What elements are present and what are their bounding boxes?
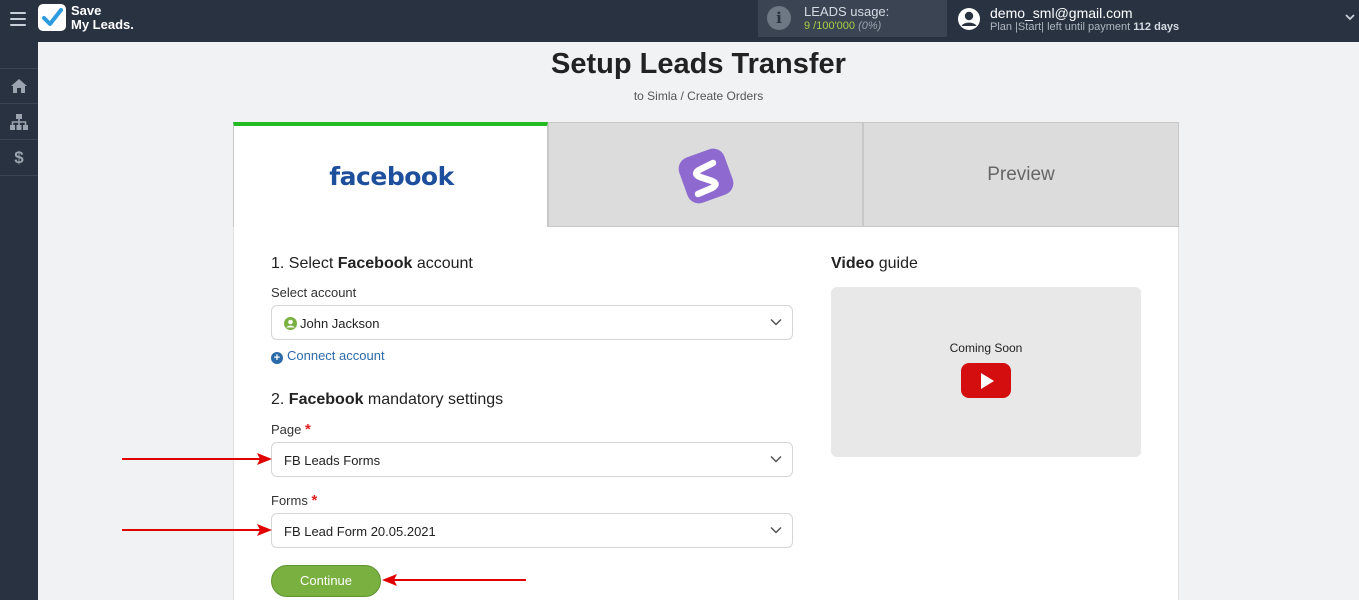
- chevron-down-icon: [770, 526, 782, 534]
- forms-label-text: Forms: [271, 493, 308, 508]
- tab-preview[interactable]: Preview: [863, 122, 1179, 227]
- logo-line-1: Save: [71, 3, 102, 18]
- info-icon: i: [767, 6, 791, 30]
- step-1-title: 1. Select Facebook account: [271, 255, 473, 273]
- step-1-suffix: account: [412, 255, 473, 272]
- usage-percent: (0%): [858, 20, 882, 32]
- logo-line-2: My Leads.: [71, 17, 134, 32]
- sidebar-item-connections[interactable]: [0, 104, 38, 140]
- step-2-bold: Facebook: [288, 391, 364, 408]
- arrow-annotation-forms: [122, 524, 272, 536]
- connect-account-link[interactable]: + Connect account: [271, 348, 385, 364]
- page-value: FB Leads Forms: [284, 453, 381, 468]
- plus-circle-icon: +: [271, 352, 283, 364]
- menu-icon[interactable]: [10, 12, 26, 26]
- video-guide-title: Video guide: [831, 255, 918, 273]
- usage-count: 9 /100'000: [804, 20, 856, 32]
- plan-info: Plan |Start| left until payment 112 days: [990, 21, 1179, 33]
- settings-panel: 1. Select Facebook account Select accoun…: [233, 227, 1179, 600]
- user-avatar-icon[interactable]: [957, 7, 981, 31]
- usage-label: LEADS usage:: [804, 4, 890, 19]
- forms-field-label: Forms *: [271, 492, 317, 509]
- forms-value: FB Lead Form 20.05.2021: [284, 524, 436, 539]
- page-subtitle: to Simla / Create Orders: [633, 89, 764, 103]
- page-label-text: Page: [271, 422, 302, 437]
- app-logo-icon[interactable]: [38, 4, 66, 31]
- video-player[interactable]: Coming Soon: [831, 287, 1141, 457]
- chevron-down-icon: [770, 318, 782, 326]
- required-mark: *: [311, 492, 318, 509]
- step-2-title: 2. Facebook mandatory settings: [271, 391, 503, 409]
- connect-account-label: Connect account: [287, 348, 385, 363]
- app-logo-text[interactable]: Save My Leads.: [71, 4, 134, 32]
- tab-facebook[interactable]: facebook: [233, 122, 548, 227]
- step-1-prefix: 1. Select: [271, 255, 338, 272]
- video-title-rest: guide: [874, 255, 918, 272]
- youtube-play-icon[interactable]: [961, 363, 1011, 398]
- required-mark: *: [305, 421, 311, 438]
- dollar-icon: $: [14, 147, 24, 167]
- arrow-annotation-page: [122, 453, 272, 465]
- sidebar-item-billing[interactable]: $: [0, 140, 38, 176]
- leads-usage-panel: i LEADS usage: 9 /100'000 (0%): [758, 0, 947, 37]
- usage-value: 9 /100'000 (0%): [804, 20, 881, 32]
- coming-soon-label: Coming Soon: [949, 341, 1023, 355]
- page-field-label: Page *: [271, 421, 311, 438]
- facebook-logo: facebook: [329, 162, 454, 191]
- page-title: Setup Leads Transfer: [551, 48, 846, 80]
- account-label: Select account: [271, 285, 357, 300]
- arrow-annotation-continue: [382, 574, 526, 586]
- sidebar: $: [0, 42, 38, 600]
- step-tabs: facebook Preview: [233, 122, 1179, 227]
- tab-simla[interactable]: [548, 122, 863, 227]
- top-bar: Save My Leads. i LEADS usage: 9 /100'000…: [0, 0, 1359, 42]
- account-user-icon: [284, 317, 297, 330]
- step-1-bold: Facebook: [337, 255, 413, 272]
- step-2-prefix: 2.: [271, 391, 289, 408]
- sitemap-icon: [10, 113, 28, 130]
- continue-button[interactable]: Continue: [271, 565, 381, 597]
- tab-preview-label: Preview: [987, 164, 1055, 185]
- account-select[interactable]: John Jackson: [271, 305, 793, 340]
- chevron-down-icon[interactable]: [1345, 13, 1355, 21]
- step-2-suffix: mandatory settings: [363, 391, 504, 408]
- chevron-down-icon: [770, 455, 782, 463]
- page-select[interactable]: FB Leads Forms: [271, 442, 793, 477]
- user-email[interactable]: demo_sml@gmail.com: [990, 5, 1133, 21]
- sidebar-item-home[interactable]: [0, 68, 38, 104]
- forms-select[interactable]: FB Lead Form 20.05.2021: [271, 513, 793, 548]
- video-title-bold: Video: [831, 255, 875, 272]
- simla-logo-icon: [678, 148, 734, 204]
- home-icon: [11, 79, 27, 93]
- plan-days: 112 days: [1133, 21, 1180, 33]
- account-value: John Jackson: [300, 316, 380, 331]
- plan-text: Plan |Start| left until payment: [990, 21, 1131, 33]
